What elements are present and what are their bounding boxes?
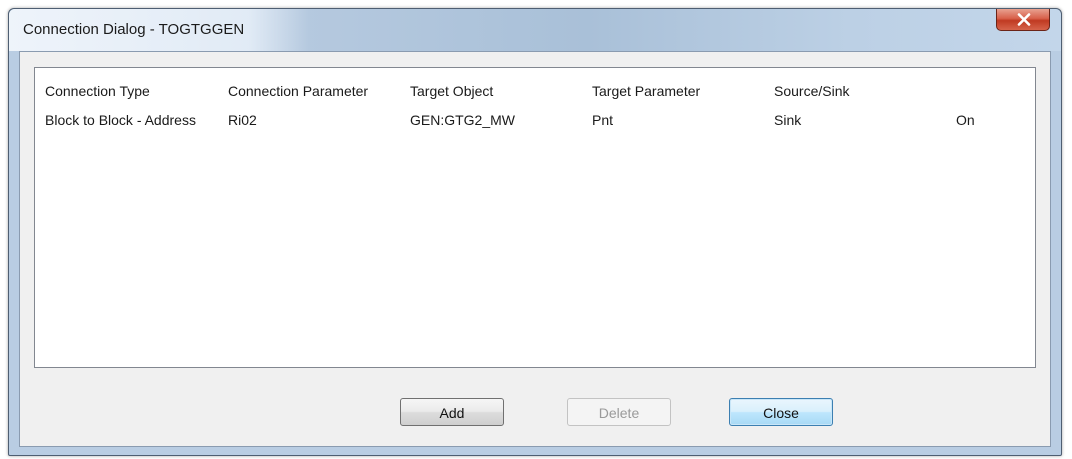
list-row[interactable]: Block to Block - Address Ri02 GEN:GTG2_M…	[35, 109, 1035, 131]
title-bar[interactable]: Connection Dialog - TOGTGGEN	[9, 9, 1061, 51]
column-header-connection-parameter[interactable]: Connection Parameter	[228, 80, 368, 102]
cell-connection-type: Block to Block - Address	[45, 112, 196, 128]
cell-target-object: GEN:GTG2_MW	[410, 112, 516, 128]
column-header-connection-type[interactable]: Connection Type	[45, 80, 150, 102]
column-header-target-parameter[interactable]: Target Parameter	[592, 80, 700, 102]
dialog-body: Connection Type Connection Parameter Tar…	[19, 51, 1051, 447]
cell-connection-parameter: Ri02	[228, 112, 257, 128]
close-x-icon	[1017, 13, 1031, 26]
column-header-target-object[interactable]: Target Object	[410, 80, 493, 102]
list-header: Connection Type Connection Parameter Tar…	[35, 80, 1035, 102]
window-close-button[interactable]	[996, 9, 1050, 31]
add-button[interactable]: Add	[400, 398, 504, 426]
column-header-source-sink[interactable]: Source/Sink	[774, 80, 849, 102]
cell-state: On	[956, 112, 975, 128]
connections-list[interactable]: Connection Type Connection Parameter Tar…	[34, 67, 1036, 368]
window-title: Connection Dialog - TOGTGGEN	[23, 21, 245, 38]
cell-source-sink: Sink	[774, 112, 802, 128]
cell-target-parameter: Pnt	[592, 112, 614, 128]
screen: Connection Dialog - TOGTGGEN Connection …	[0, 0, 1072, 459]
connection-dialog: Connection Dialog - TOGTGGEN Connection …	[8, 8, 1062, 456]
close-button[interactable]: Close	[729, 398, 833, 426]
delete-button[interactable]: Delete	[567, 398, 671, 426]
